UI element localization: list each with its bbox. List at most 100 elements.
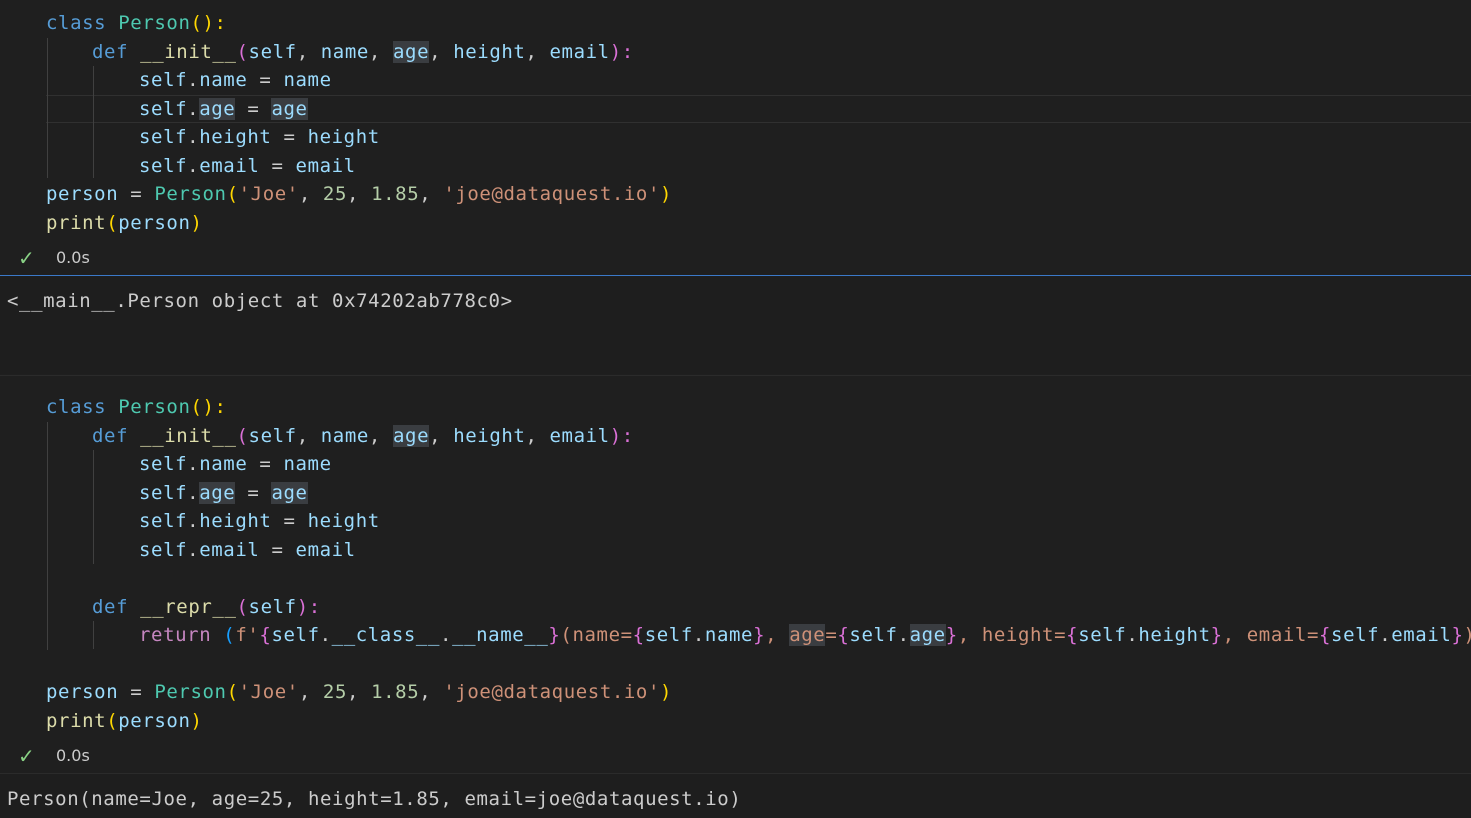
token: self [139, 510, 188, 532]
token: . [187, 69, 200, 91]
token: = [259, 539, 296, 561]
token: 'Joe' [238, 183, 299, 205]
token: = [118, 183, 155, 205]
token: ): [296, 596, 321, 618]
token: age [199, 98, 236, 120]
code-line[interactable]: def __init__(self, name, age, height, em… [92, 422, 634, 450]
token: name [199, 453, 248, 475]
token: . [319, 624, 332, 646]
token: def [92, 425, 129, 447]
code-line[interactable]: self.name = name [139, 450, 332, 478]
token: { [837, 624, 850, 646]
output-text[interactable]: Person(name=Joe, age=25, height=1.85, em… [7, 788, 741, 810]
token: Person [154, 183, 227, 205]
token: ( [106, 212, 119, 234]
token: , height= [957, 624, 1067, 646]
code-line[interactable]: class Person(): [46, 393, 227, 421]
token: ( [106, 710, 119, 732]
token: email [1391, 624, 1452, 646]
token: ) [190, 212, 203, 234]
code-line[interactable]: return (f'{self.__class__.__name__}(name… [139, 621, 1471, 649]
token: name [704, 624, 754, 646]
token: print [46, 710, 107, 732]
code-line[interactable]: print(person) [46, 707, 203, 735]
code-line[interactable]: def __init__(self, name, age, height, em… [92, 38, 634, 66]
token: { [259, 624, 272, 646]
code-line[interactable]: def __repr__(self): [92, 593, 321, 621]
token: , [368, 425, 393, 447]
code-line[interactable]: self.height = height [139, 507, 380, 535]
token: ( [236, 596, 249, 618]
code-line[interactable]: class Person(): [46, 9, 227, 37]
token: , [298, 183, 323, 205]
token: , [765, 624, 790, 646]
token: Person [118, 396, 191, 418]
token: 'joe@dataquest.io' [443, 681, 661, 703]
token: email [549, 425, 610, 447]
token: 'joe@dataquest.io' [443, 183, 661, 205]
token: { [1318, 624, 1332, 646]
indent-guide [93, 621, 94, 649]
token: self [139, 453, 188, 475]
token: . [187, 155, 200, 177]
token: ) [660, 183, 673, 205]
code-line[interactable]: self.name = name [139, 66, 332, 94]
token: . [1379, 624, 1392, 646]
token: name [199, 69, 248, 91]
token: email [295, 539, 356, 561]
code-line[interactable]: print(person) [46, 209, 203, 237]
token: height [1138, 624, 1211, 646]
token: 'Joe' [238, 681, 299, 703]
token: age [393, 41, 430, 63]
token: . [187, 98, 200, 120]
cell-separator [0, 375, 1471, 376]
code-line[interactable]: person = Person('Joe', 25, 1.85, 'joe@da… [46, 180, 672, 208]
token: person [118, 710, 191, 732]
token: class [46, 12, 107, 34]
code-line[interactable]: self.height = height [139, 123, 380, 151]
token: } [1451, 624, 1464, 646]
token: ( [236, 425, 249, 447]
cell-2-execution-status: ✓ 0.0s [18, 743, 90, 769]
token: name [320, 41, 369, 63]
token: height [199, 126, 272, 148]
token: , [419, 183, 444, 205]
token: height [307, 510, 380, 532]
code-line[interactable]: self.age = age [139, 479, 308, 507]
token: self [271, 624, 320, 646]
token: . [187, 510, 200, 532]
token: height [453, 425, 526, 447]
token: . [187, 539, 200, 561]
indent-guide [93, 66, 94, 178]
token: ) [190, 710, 203, 732]
token: person [46, 681, 119, 703]
token: self [139, 69, 188, 91]
token: ( [226, 681, 239, 703]
code-line[interactable]: person = Person('Joe', 25, 1.85, 'joe@da… [46, 678, 672, 706]
indent-guide [47, 38, 48, 178]
token: self [1078, 624, 1127, 646]
token: ): [609, 41, 634, 63]
token: self [139, 539, 188, 561]
success-check-icon: ✓ [18, 246, 35, 270]
token: self [139, 155, 188, 177]
token: = [271, 510, 308, 532]
token: = [247, 69, 284, 91]
code-line[interactable]: self.age = age [139, 95, 308, 123]
token: , [298, 681, 323, 703]
token: 1.85 [371, 681, 420, 703]
cell-2-output: Person(name=Joe, age=25, height=1.85, em… [0, 774, 1471, 818]
token: } [1210, 624, 1223, 646]
token: , email= [1222, 624, 1319, 646]
token: ( [223, 624, 236, 646]
code-line[interactable]: self.email = email [139, 152, 356, 180]
token: , [429, 425, 454, 447]
code-line[interactable]: self.email = email [139, 536, 356, 564]
output-text[interactable]: <__main__.Person object at 0x74202ab778c… [7, 290, 513, 312]
token: def [92, 596, 129, 618]
token: email [199, 155, 260, 177]
